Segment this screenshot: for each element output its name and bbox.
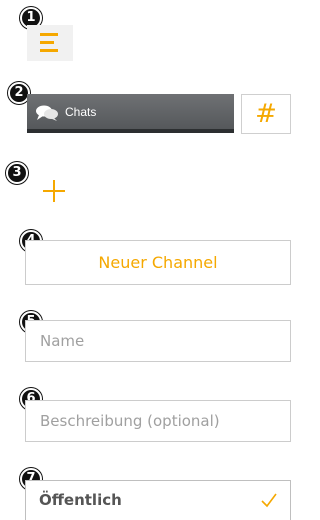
new-channel-button[interactable]: Neuer Channel <box>25 240 291 285</box>
step-badge-3: 3 <box>6 162 28 184</box>
visibility-select-label: Öffentlich <box>39 491 122 509</box>
chat-bubbles-icon <box>36 105 58 121</box>
name-field-container <box>25 320 291 362</box>
checkmark-icon <box>261 493 277 508</box>
hash-icon: # <box>255 99 277 129</box>
description-field[interactable] <box>40 412 276 430</box>
visibility-select[interactable]: Öffentlich <box>25 480 291 520</box>
description-field-container <box>25 400 291 442</box>
add-button[interactable] <box>40 178 68 206</box>
chats-tab-label: Chats <box>65 105 97 119</box>
name-field[interactable] <box>40 332 276 350</box>
menu-button[interactable] <box>27 25 73 61</box>
channels-button[interactable]: # <box>241 94 291 134</box>
chats-tab[interactable]: Chats <box>27 94 234 133</box>
